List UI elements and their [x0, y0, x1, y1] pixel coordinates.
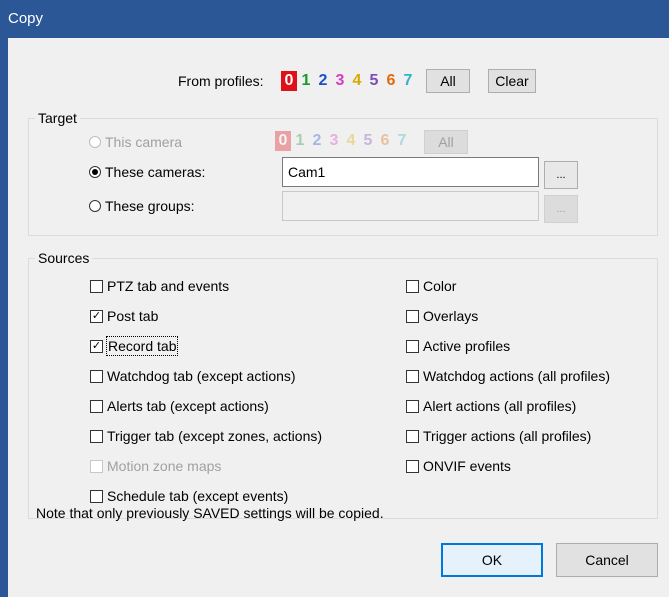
target-profile-digit-0[interactable]: 0: [275, 131, 291, 151]
checkbox-icon: [90, 369, 103, 383]
profile-digit-1[interactable]: 1: [298, 71, 314, 91]
checkbox-icon: [90, 459, 103, 473]
radio-icon: [89, 136, 101, 148]
from-profiles-label: From profiles:: [178, 73, 264, 89]
profile-digit-4[interactable]: 4: [349, 71, 365, 91]
profiles-all-button[interactable]: All: [426, 69, 470, 93]
checkbox-icon: [406, 339, 419, 353]
sources-group-title: Sources: [35, 249, 93, 267]
checkbox-icon: [406, 399, 419, 413]
target-profile-digit-6[interactable]: 6: [377, 131, 393, 151]
source-option-label: Alert actions (all profiles): [423, 398, 577, 414]
source-option[interactable]: ✓ Post tab: [90, 307, 158, 325]
source-option[interactable]: Watchdog actions (all profiles): [406, 367, 610, 385]
source-option[interactable]: Color: [406, 277, 456, 295]
source-option[interactable]: ✓ Record tab: [90, 336, 179, 356]
source-option-label: Motion zone maps: [107, 458, 222, 474]
target-group: Target This camera 01234567 All These ca…: [28, 109, 658, 236]
target-all-button[interactable]: All: [424, 130, 468, 154]
title-bar: Copy: [0, 0, 669, 38]
source-option[interactable]: Trigger tab (except zones, actions): [90, 427, 322, 445]
checkbox-icon: [406, 309, 419, 323]
source-option-label: Alerts tab (except actions): [107, 398, 269, 414]
source-option[interactable]: ONVIF events: [406, 457, 511, 475]
profiles-clear-button[interactable]: Clear: [488, 69, 536, 93]
source-option[interactable]: Active profiles: [406, 337, 510, 355]
source-option-label: Record tab: [105, 336, 179, 356]
source-option[interactable]: Trigger actions (all profiles): [406, 427, 591, 445]
source-option-label: Color: [423, 278, 457, 294]
groups-field[interactable]: [282, 191, 539, 221]
source-option-label: ONVIF events: [423, 458, 511, 474]
profile-digit-0[interactable]: 0: [281, 71, 297, 91]
source-option-label: Trigger actions (all profiles): [423, 428, 592, 444]
source-option[interactable]: Watchdog tab (except actions): [90, 367, 296, 385]
source-option-label: Active profiles: [423, 338, 511, 354]
profile-digit-5[interactable]: 5: [366, 71, 382, 91]
ok-button[interactable]: OK: [441, 543, 543, 577]
checkbox-icon: [406, 279, 419, 293]
radio-icon: [89, 200, 101, 212]
source-option-label: Watchdog actions (all profiles): [423, 368, 611, 384]
these-groups-label: These groups:: [105, 198, 195, 214]
source-option-label: Watchdog tab (except actions): [107, 368, 296, 384]
checkbox-checked-icon: ✓: [90, 309, 103, 323]
checkbox-checked-icon: ✓: [90, 339, 103, 353]
target-profile-digit-5[interactable]: 5: [360, 131, 376, 151]
target-profile-selector: 01234567: [275, 131, 410, 151]
checkbox-icon: [406, 429, 419, 443]
cameras-field[interactable]: Cam1: [282, 157, 539, 187]
groups-browse-button[interactable]: ...: [544, 195, 578, 223]
these-groups-radio[interactable]: These groups:: [89, 197, 195, 215]
radio-selected-icon: [89, 166, 101, 178]
target-profile-digit-3[interactable]: 3: [326, 131, 342, 151]
target-profile-digit-4[interactable]: 4: [343, 131, 359, 151]
checkbox-icon: [90, 489, 103, 503]
profile-digit-6[interactable]: 6: [383, 71, 399, 91]
source-option[interactable]: Alerts tab (except actions): [90, 397, 269, 415]
cameras-browse-button[interactable]: ...: [544, 161, 578, 189]
source-option-label: PTZ tab and events: [107, 278, 230, 294]
source-option-label: Overlays: [423, 308, 479, 324]
window-title: Copy: [8, 10, 44, 27]
this-camera-radio[interactable]: This camera: [89, 133, 182, 151]
profile-digit-2[interactable]: 2: [315, 71, 331, 91]
profile-digit-3[interactable]: 3: [332, 71, 348, 91]
source-option[interactable]: Alert actions (all profiles): [406, 397, 576, 415]
target-profile-digit-2[interactable]: 2: [309, 131, 325, 151]
target-profile-digit-1[interactable]: 1: [292, 131, 308, 151]
target-profile-digit-7[interactable]: 7: [394, 131, 410, 151]
source-option[interactable]: PTZ tab and events: [90, 277, 229, 295]
saved-settings-note: Note that only previously SAVED settings…: [36, 505, 384, 521]
checkbox-icon: [90, 399, 103, 413]
profile-selector: 01234567: [281, 71, 416, 91]
source-option[interactable]: Motion zone maps: [90, 457, 221, 475]
dialog-body: From profiles: 01234567 All Clear Target…: [8, 38, 669, 597]
checkbox-icon: [90, 429, 103, 443]
these-cameras-radio[interactable]: These cameras:: [89, 163, 205, 181]
cancel-button[interactable]: Cancel: [556, 543, 658, 577]
checkbox-icon: [406, 369, 419, 383]
source-option-label: Trigger tab (except zones, actions): [107, 428, 323, 444]
target-group-title: Target: [35, 109, 80, 127]
this-camera-label: This camera: [105, 134, 183, 150]
sources-group: Sources PTZ tab and events ✓ Post tab ✓ Reco…: [28, 249, 658, 519]
these-cameras-label: These cameras:: [105, 164, 206, 180]
source-option-label: Post tab: [107, 308, 159, 324]
source-option[interactable]: Overlays: [406, 307, 478, 325]
checkbox-icon: [90, 279, 103, 293]
checkbox-icon: [406, 459, 419, 473]
profile-digit-7[interactable]: 7: [400, 71, 416, 91]
